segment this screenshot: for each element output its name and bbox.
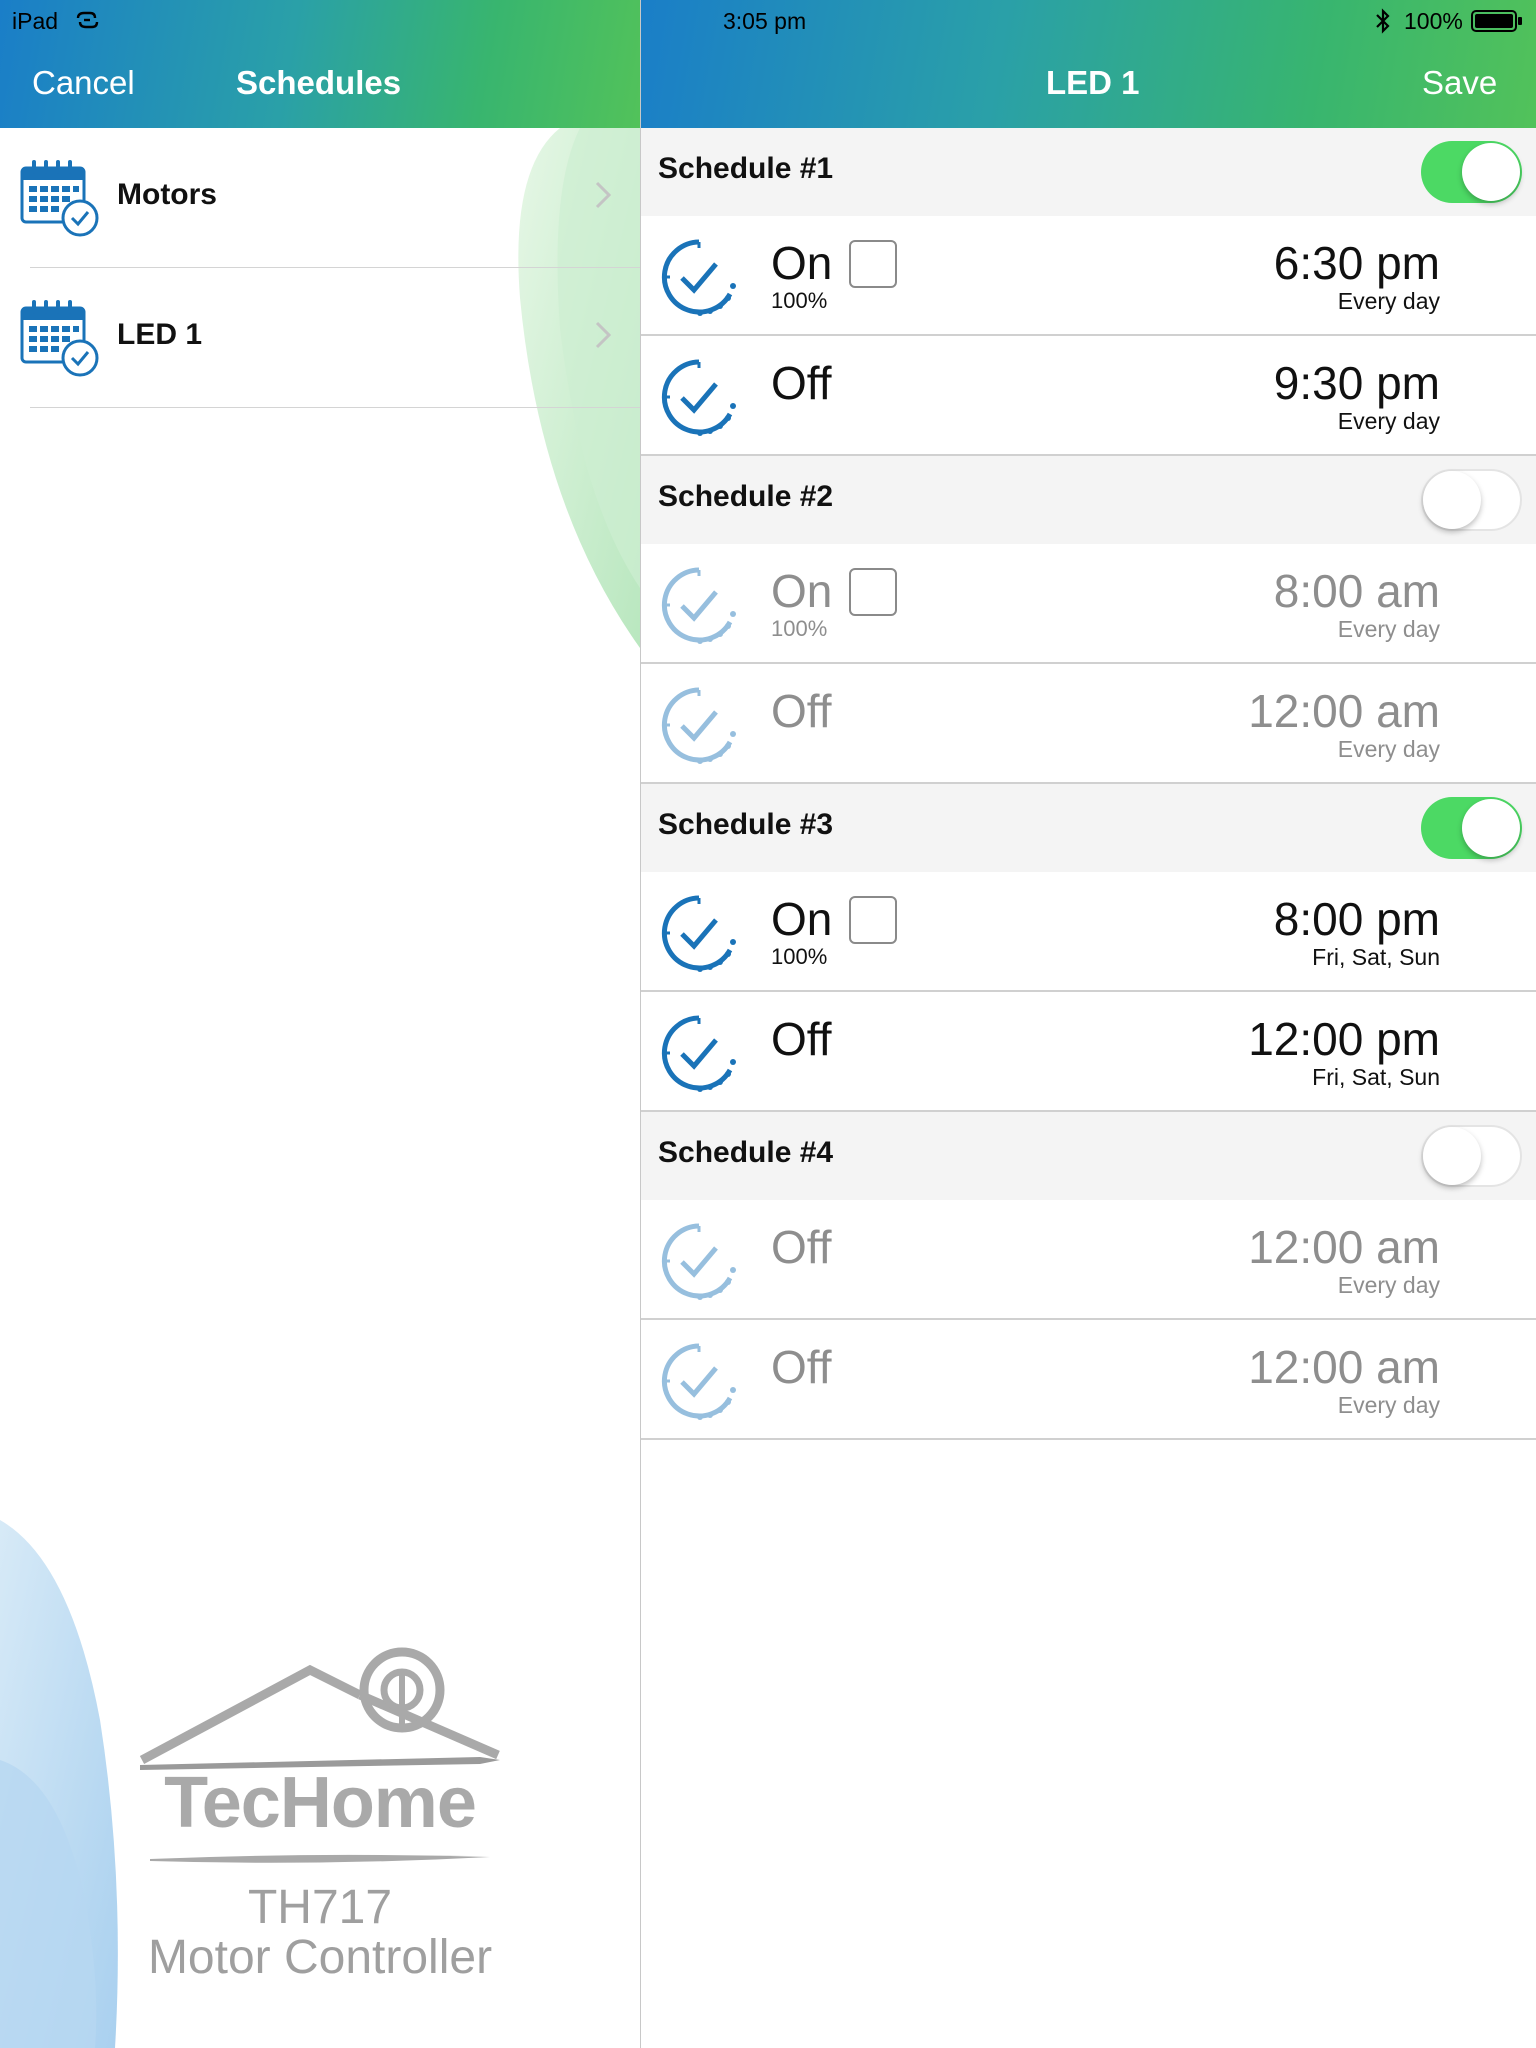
event-percent: 100% [771, 616, 828, 641]
clock-check-icon [661, 567, 736, 644]
event-percent: 100% [771, 944, 828, 969]
event-state: Off [771, 1341, 832, 1393]
link-icon [76, 11, 99, 29]
schedule-title: Schedule #4 [658, 1136, 834, 1169]
schedule-header: Schedule #3 [641, 784, 1536, 872]
schedule-title: Schedule #1 [658, 152, 834, 185]
schedule-event-row[interactable]: Off 12:00 am Every day [641, 1200, 1536, 1320]
event-days: Fri, Sat, Sun [1312, 1064, 1440, 1090]
battery-icon [1471, 10, 1522, 32]
clock-check-icon [661, 1015, 736, 1092]
toggle-knob [1462, 799, 1520, 857]
chevron-right-icon [595, 181, 612, 209]
event-days: Every day [1337, 408, 1440, 434]
bluetooth-icon [1376, 8, 1390, 34]
brand-model: TH717 [247, 1881, 393, 1934]
status-time: 3:05 pm [723, 8, 807, 34]
event-checkbox[interactable] [849, 896, 897, 944]
master-title: Schedules [236, 64, 402, 101]
toggle-knob [1423, 471, 1481, 529]
event-time: 8:00 am [1273, 565, 1440, 617]
schedule-header: Schedule #2 [641, 456, 1536, 544]
clock-check-icon [661, 239, 736, 316]
list-item-led1[interactable]: LED 1 [0, 268, 640, 408]
event-time: 12:00 am [1248, 1341, 1440, 1393]
battery-percent: 100% [1404, 8, 1463, 34]
list-item-label: Motors [117, 178, 217, 211]
calendar-clock-icon [20, 300, 99, 377]
clock-check-icon [661, 687, 736, 764]
list-item-label: LED 1 [117, 318, 203, 351]
clock-check-icon [661, 895, 736, 972]
event-days: Fri, Sat, Sun [1312, 944, 1440, 970]
schedule-title: Schedule #2 [658, 480, 834, 513]
clock-check-icon [661, 1343, 736, 1420]
calendar-clock-icon [20, 160, 99, 237]
event-time: 9:30 pm [1273, 357, 1440, 409]
schedule-event-row[interactable]: On 100% 8:00 pm Fri, Sat, Sun [641, 872, 1536, 992]
schedule-event-row[interactable]: Off 12:00 am Every day [641, 1320, 1536, 1440]
decorative-blue-shape [0, 1520, 118, 2048]
schedule-header: Schedule #4 [641, 1112, 1536, 1200]
event-state: On [771, 565, 833, 617]
brand-underline [150, 1854, 490, 1863]
schedule-enable-toggle[interactable] [1421, 141, 1522, 203]
event-time: 12:00 pm [1248, 1013, 1440, 1065]
toggle-knob [1423, 1127, 1481, 1185]
event-days: Every day [1337, 616, 1440, 642]
event-state: Off [771, 685, 832, 737]
schedule-event-row[interactable]: On 100% 6:30 pm Every day [641, 216, 1536, 336]
schedule-enable-toggle[interactable] [1421, 1125, 1522, 1187]
app-root: iPad Cancel Schedules Motors LED 1 TecHo… [0, 0, 1536, 2048]
chevron-right-icon [595, 321, 612, 349]
event-state: On [771, 237, 833, 289]
event-state: On [771, 893, 833, 945]
schedule-event-row[interactable]: Off 9:30 pm Every day [641, 336, 1536, 456]
row-divider [30, 407, 640, 408]
event-state: Off [771, 357, 832, 409]
toggle-knob [1462, 143, 1520, 201]
event-state: Off [771, 1221, 832, 1273]
event-state: Off [771, 1013, 832, 1065]
event-days: Every day [1337, 1272, 1440, 1298]
schedule-event-row[interactable]: Off 12:00 pm Fri, Sat, Sun [641, 992, 1536, 1112]
event-days: Every day [1337, 1392, 1440, 1418]
schedule-event-row[interactable]: On 100% 8:00 am Every day [641, 544, 1536, 664]
cancel-button[interactable]: Cancel [32, 64, 135, 102]
schedule-event-row[interactable]: Off 12:00 am Every day [641, 664, 1536, 784]
schedule-enable-toggle[interactable] [1421, 797, 1522, 859]
detail-title: LED 1 [1046, 64, 1140, 101]
house-logo-icon [139, 1647, 500, 1770]
device-label: iPad [12, 8, 59, 34]
event-checkbox[interactable] [849, 240, 897, 288]
schedule-title: Schedule #3 [658, 808, 834, 841]
event-time: 12:00 am [1248, 685, 1440, 737]
detail-nav-bar: 3:05 pm 100% LED 1 Save [641, 0, 1536, 128]
brand-logo: TecHome TH717 Motor Controller [130, 1640, 510, 1990]
event-days: Every day [1337, 288, 1440, 314]
schedule-header: Schedule #1 [641, 128, 1536, 216]
row-divider [641, 1438, 1536, 1440]
clock-check-icon [661, 1223, 736, 1300]
save-button[interactable]: Save [1422, 64, 1497, 102]
event-days: Every day [1337, 736, 1440, 762]
event-checkbox[interactable] [849, 568, 897, 616]
brand-name: TecHome [164, 1763, 477, 1843]
event-time: 6:30 pm [1273, 237, 1440, 289]
master-nav-bar: iPad Cancel Schedules [0, 0, 640, 128]
event-time: 12:00 am [1248, 1221, 1440, 1273]
event-time: 8:00 pm [1273, 893, 1440, 945]
event-percent: 100% [771, 288, 828, 313]
schedule-enable-toggle[interactable] [1421, 469, 1522, 531]
brand-description: Motor Controller [147, 1931, 493, 1984]
list-item-motors[interactable]: Motors [0, 128, 640, 268]
clock-check-icon [661, 359, 736, 436]
